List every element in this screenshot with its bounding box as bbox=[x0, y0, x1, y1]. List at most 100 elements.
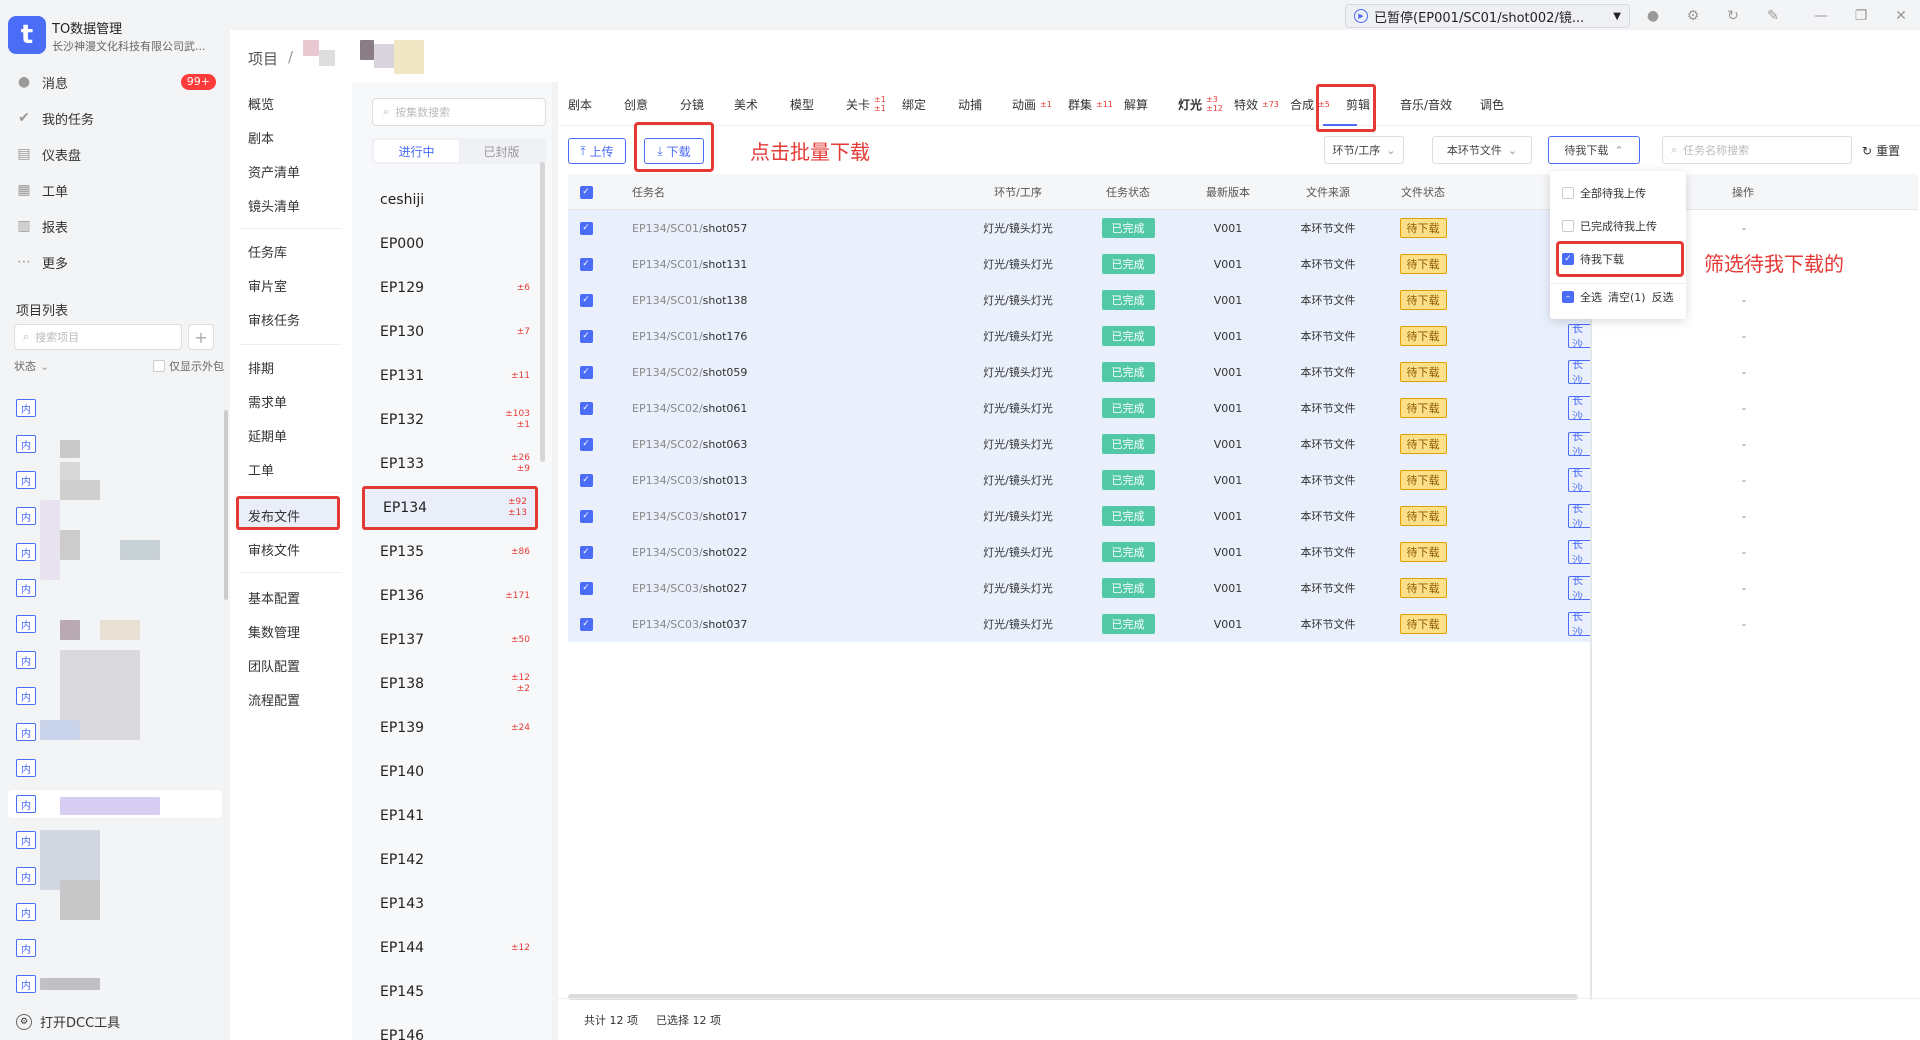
row-checkbox[interactable]: ✓ bbox=[568, 606, 604, 642]
menu-item-script[interactable]: 剧本 bbox=[248, 122, 274, 152]
episode-item[interactable]: EP142 bbox=[362, 838, 538, 882]
table-row[interactable]: ✓ EP134/SC03/shot037 灯光/镜头灯光 已完成 V001 本环节文件 待下… bbox=[568, 606, 1918, 642]
menu-item-delays[interactable]: 延期单 bbox=[248, 420, 287, 450]
download-button[interactable]: ⤓ 下载 bbox=[644, 138, 704, 164]
episode-item[interactable]: EP144 ±12 bbox=[362, 926, 538, 970]
stage-tab[interactable]: 绑定 bbox=[902, 82, 926, 126]
minus-icon[interactable]: – bbox=[1562, 291, 1574, 303]
episode-item[interactable]: EP133 ±26 ±9 bbox=[362, 442, 538, 486]
episode-item[interactable]: EP000 bbox=[362, 222, 538, 266]
file-status-filter-dropdown[interactable]: 待我下载 ⌃ bbox=[1548, 136, 1640, 164]
row-checkbox[interactable]: ✓ bbox=[568, 210, 604, 246]
menu-item-review-room[interactable]: 审片室 bbox=[248, 270, 287, 300]
row-checkbox[interactable]: ✓ bbox=[568, 282, 604, 318]
tab-in-progress[interactable]: 进行中 bbox=[374, 140, 459, 162]
menu-item-basic-config[interactable]: 基本配置 bbox=[248, 582, 300, 612]
episode-scrollbar[interactable] bbox=[540, 162, 545, 462]
episode-item[interactable]: EP141 bbox=[362, 794, 538, 838]
stage-tab[interactable]: 模型 bbox=[790, 82, 814, 126]
nav-item-dashboard[interactable]: ▤ 仪表盘 bbox=[16, 140, 216, 168]
stage-filter-dropdown[interactable]: 环节/工序 ⌄ bbox=[1324, 136, 1404, 164]
menu-item-team-config[interactable]: 团队配置 bbox=[248, 650, 300, 680]
option-all-pending-upload[interactable]: 全部待我上传 bbox=[1562, 183, 1646, 203]
episode-item[interactable]: EP134 ±92 ±13 bbox=[362, 486, 538, 530]
table-row[interactable]: ✓ EP134/SC01/shot176 灯光/镜头灯光 已完成 V001 本环节文件 待下… bbox=[568, 318, 1918, 354]
menu-item-episode-management[interactable]: 集数管理 bbox=[248, 616, 300, 646]
nav-item-my-tasks[interactable]: ✔ 我的任务 bbox=[16, 104, 216, 132]
check-icon[interactable]: ✓ bbox=[1562, 253, 1574, 265]
stage-tab[interactable]: 解算 bbox=[1124, 82, 1148, 126]
menu-item-task-library[interactable]: 任务库 bbox=[248, 236, 287, 266]
row-checkbox[interactable]: ✓ bbox=[568, 354, 604, 390]
stage-tab[interactable]: 创意 bbox=[624, 82, 648, 126]
episode-item[interactable]: EP139 ±24 bbox=[362, 706, 538, 750]
upload-button[interactable]: ⤒ 上传 bbox=[568, 138, 626, 164]
row-checkbox[interactable]: ✓ bbox=[568, 534, 604, 570]
menu-item-review-files[interactable]: 审核文件 bbox=[248, 534, 300, 564]
project-search-input[interactable]: ⌕ 搜索项目 bbox=[14, 324, 182, 350]
stage-tab[interactable]: 分镜 bbox=[680, 82, 704, 126]
episode-item[interactable]: EP129 ±6 bbox=[362, 266, 538, 310]
option-checkbox[interactable] bbox=[1562, 220, 1574, 232]
menu-item-tickets[interactable]: 工单 bbox=[248, 454, 274, 484]
stage-tab[interactable]: 调色 bbox=[1480, 82, 1504, 126]
breadcrumb-root[interactable]: 项目 bbox=[248, 48, 278, 69]
table-row[interactable]: ✓ EP134/SC02/shot063 灯光/镜头灯光 已完成 V001 本环节文件 待下… bbox=[568, 426, 1918, 462]
table-row[interactable]: ✓ EP134/SC02/shot061 灯光/镜头灯光 已完成 V001 本环节文件 待下… bbox=[568, 390, 1918, 426]
refresh-icon[interactable]: ↻ bbox=[1725, 8, 1741, 24]
open-dcc-tool-button[interactable]: ⚙ 打开DCC工具 bbox=[16, 1012, 120, 1031]
nav-item-reports[interactable]: ▥ 报表 bbox=[16, 212, 216, 240]
table-row[interactable]: ✓ EP134/SC01/shot138 灯光/镜头灯光 已完成 V001 本环节文件 待下… bbox=[568, 282, 1918, 318]
outsourced-checkbox[interactable] bbox=[153, 360, 165, 372]
table-row[interactable]: ✓ EP134/SC03/shot022 灯光/镜头灯光 已完成 V001 本环节文件 待下… bbox=[568, 534, 1918, 570]
stage-tab[interactable]: 音乐/音效 bbox=[1400, 82, 1452, 126]
episode-item[interactable]: EP138 ±12 ±2 bbox=[362, 662, 538, 706]
menu-item-shot-list[interactable]: 镜头清单 bbox=[248, 190, 300, 220]
table-row[interactable]: ✓ EP134/SC01/shot057 灯光/镜头灯光 已完成 V001 本环节文件 待下… bbox=[568, 210, 1918, 246]
episode-item[interactable]: EP137 ±50 bbox=[362, 618, 538, 662]
restore-icon[interactable]: ❐ bbox=[1853, 8, 1869, 24]
stage-tab[interactable]: 剧本 bbox=[568, 82, 592, 126]
row-checkbox[interactable]: ✓ bbox=[568, 318, 604, 354]
menu-item-review-tasks[interactable]: 审核任务 bbox=[248, 304, 300, 334]
menu-item-published-files[interactable]: 发布文件 bbox=[248, 500, 300, 530]
episode-item[interactable]: EP130 ±7 bbox=[362, 310, 538, 354]
source-filter-dropdown[interactable]: 本环节文件 ⌄ bbox=[1432, 136, 1532, 164]
episode-item[interactable]: EP140 bbox=[362, 750, 538, 794]
episode-item[interactable]: ceshiji bbox=[362, 178, 538, 222]
sidebar-scrollbar[interactable] bbox=[224, 410, 228, 600]
episode-item[interactable]: EP143 bbox=[362, 882, 538, 926]
episode-item[interactable]: EP146 bbox=[362, 1014, 538, 1040]
nav-item-messages[interactable]: ● 消息 99+ bbox=[16, 68, 216, 96]
settings-icon[interactable]: ⚙ bbox=[1685, 8, 1701, 24]
select-all-link[interactable]: 全选 bbox=[1580, 289, 1602, 305]
stage-tab[interactable]: 特效 ±73 bbox=[1234, 82, 1279, 126]
stage-tab[interactable]: 动画 ±1 bbox=[1012, 82, 1052, 126]
add-project-button[interactable]: + bbox=[188, 324, 214, 350]
row-checkbox[interactable]: ✓ bbox=[568, 498, 604, 534]
invert-link[interactable]: 反选 bbox=[1652, 289, 1674, 305]
episode-item[interactable]: EP135 ±86 bbox=[362, 530, 538, 574]
playback-status-dropdown[interactable]: ▶ 已暂停(EP001/SC01/shot002/镜... ▼ bbox=[1345, 4, 1630, 28]
nav-item-more[interactable]: ⋯ 更多 bbox=[16, 248, 216, 276]
reset-button[interactable]: ↻ 重置 bbox=[1862, 142, 1900, 159]
nav-item-tickets[interactable]: ▦ 工单 bbox=[16, 176, 216, 204]
stage-tab[interactable]: 灯光 ±3 ±12 bbox=[1178, 82, 1223, 126]
table-row[interactable]: ✓ EP134/SC03/shot017 灯光/镜头灯光 已完成 V001 本环节文件 待下… bbox=[568, 498, 1918, 534]
table-row[interactable]: ✓ EP134/SC03/shot027 灯光/镜头灯光 已完成 V001 本环节文件 待下… bbox=[568, 570, 1918, 606]
menu-item-overview[interactable]: 概览 bbox=[248, 88, 274, 118]
row-checkbox[interactable]: ✓ bbox=[568, 462, 604, 498]
menu-item-asset-list[interactable]: 资产清单 bbox=[248, 156, 300, 186]
row-checkbox[interactable]: ✓ bbox=[568, 426, 604, 462]
stage-tab[interactable]: 群集 ±11 bbox=[1068, 82, 1113, 126]
stage-tab[interactable]: 关卡 ±1 ±1 bbox=[846, 82, 886, 126]
row-checkbox[interactable]: ✓ bbox=[568, 570, 604, 606]
pin-icon[interactable]: ✎ bbox=[1765, 8, 1781, 24]
stage-tab[interactable]: 动捕 bbox=[958, 82, 982, 126]
table-row[interactable]: ✓ EP134/SC03/shot013 灯光/镜头灯光 已完成 V001 本环节文件 待下… bbox=[568, 462, 1918, 498]
close-icon[interactable]: ✕ bbox=[1893, 8, 1909, 24]
task-name-search-input[interactable]: ⌕ 任务名称搜索 bbox=[1662, 136, 1852, 164]
row-checkbox[interactable]: ✓ bbox=[568, 246, 604, 282]
status-filter[interactable]: 状态 bbox=[14, 358, 36, 374]
menu-item-schedule[interactable]: 排期 bbox=[248, 352, 274, 382]
